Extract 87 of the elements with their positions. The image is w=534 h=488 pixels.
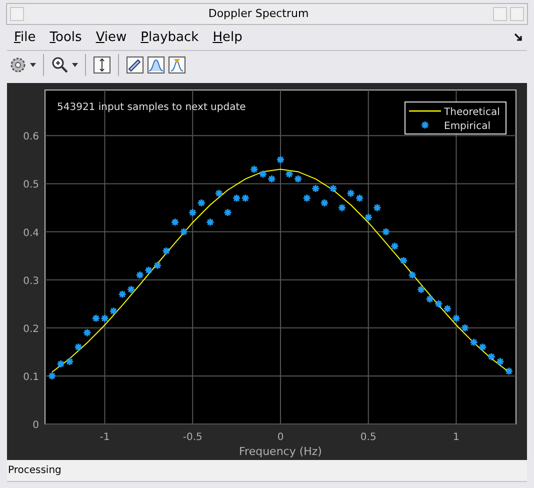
data-point xyxy=(206,218,214,226)
data-point xyxy=(126,285,136,294)
data-point xyxy=(338,203,346,212)
data-point xyxy=(144,266,153,275)
y-tick-label: 0.1 xyxy=(23,372,39,383)
x-tick-label: -1 xyxy=(100,432,110,443)
data-point xyxy=(364,213,373,222)
y-tick-label: 0.4 xyxy=(23,228,39,239)
data-point xyxy=(443,304,452,313)
data-point xyxy=(284,170,294,178)
data-point xyxy=(408,270,417,280)
status-text: Processing xyxy=(8,464,62,478)
data-point xyxy=(56,360,66,368)
menu-item[interactable]: Tools xyxy=(42,28,89,48)
data-point xyxy=(311,184,320,193)
data-point xyxy=(355,194,364,202)
data-point xyxy=(460,324,470,332)
data-point xyxy=(452,314,461,323)
y-tick-label: 0.6 xyxy=(23,132,39,143)
data-point xyxy=(118,290,127,299)
data-point xyxy=(434,300,443,308)
data-point xyxy=(487,352,496,362)
data-point xyxy=(390,242,400,250)
data-point xyxy=(74,342,83,352)
legend-label: Empirical xyxy=(444,121,490,132)
dock-arrow-icon[interactable] xyxy=(514,33,523,42)
data-point xyxy=(496,357,504,366)
peak-marker-icon[interactable] xyxy=(168,56,186,74)
data-point xyxy=(92,314,100,323)
data-point xyxy=(294,174,302,184)
chart-annotation: 543921 input samples to next update xyxy=(57,102,246,113)
gear-icon[interactable] xyxy=(9,56,27,74)
data-point xyxy=(197,198,206,208)
x-tick-label: 0 xyxy=(277,432,284,443)
data-point xyxy=(170,218,180,226)
data-point xyxy=(82,328,92,337)
x-tick-label: 0.5 xyxy=(360,432,376,443)
menu-item[interactable]: Help xyxy=(206,28,250,48)
data-point xyxy=(302,194,312,202)
data-point xyxy=(250,165,258,174)
data-point xyxy=(100,314,110,323)
data-point xyxy=(232,194,241,202)
legend-marker-swatch xyxy=(420,120,430,130)
menu-item[interactable]: File xyxy=(7,28,43,48)
data-point xyxy=(188,208,197,217)
data-point xyxy=(276,155,285,164)
vertical-scale-icon[interactable] xyxy=(93,56,111,74)
data-point xyxy=(153,261,162,270)
data-point xyxy=(399,256,408,265)
y-tick-label: 0.5 xyxy=(23,180,39,191)
data-point xyxy=(372,203,382,212)
x-axis-label: Frequency (Hz) xyxy=(239,445,322,458)
legend-line-swatch xyxy=(409,110,441,112)
bell-curve-icon[interactable] xyxy=(147,56,165,74)
data-point xyxy=(328,184,338,193)
data-point xyxy=(180,227,188,236)
x-tick-label: 1 xyxy=(453,432,460,443)
data-point xyxy=(416,285,426,294)
data-point xyxy=(426,294,434,304)
data-point xyxy=(504,366,514,376)
zoom-in-icon[interactable] xyxy=(51,56,69,74)
data-point xyxy=(258,170,268,178)
data-point xyxy=(320,198,329,208)
ruler-icon[interactable] xyxy=(126,56,144,74)
menu-item[interactable]: Playback xyxy=(134,28,206,48)
window-title: Doppler Spectrum xyxy=(207,6,310,22)
data-point xyxy=(478,342,487,352)
y-tick-label: 0.3 xyxy=(23,276,39,287)
data-point xyxy=(223,208,232,217)
data-point xyxy=(382,227,390,236)
x-tick-label: -0.5 xyxy=(182,432,202,443)
legend-label: Theoretical xyxy=(444,107,500,118)
data-point xyxy=(346,189,356,198)
y-tick-label: 0 xyxy=(32,420,39,431)
caret-icon[interactable] xyxy=(72,63,78,67)
data-point xyxy=(136,270,144,280)
data-point xyxy=(267,174,276,184)
data-point xyxy=(109,306,118,316)
data-point xyxy=(470,338,478,347)
menu-item[interactable]: View xyxy=(88,28,134,48)
data-point xyxy=(241,194,250,202)
y-tick-label: 0.2 xyxy=(23,324,39,335)
data-point xyxy=(65,357,74,366)
data-point xyxy=(162,246,171,256)
data-point xyxy=(48,372,56,380)
data-point xyxy=(214,189,224,198)
caret-icon[interactable] xyxy=(30,63,36,67)
